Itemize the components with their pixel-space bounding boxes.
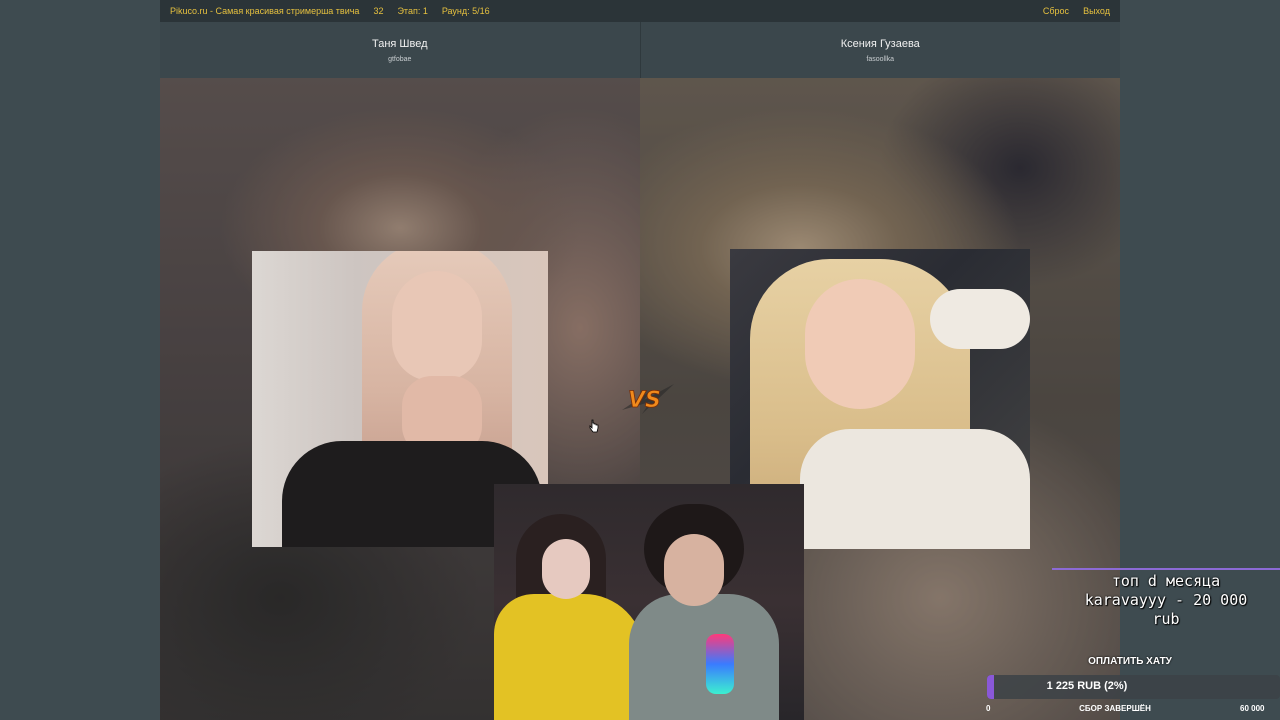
goal-min-label: 0 [986,704,991,713]
stage-indicator: Этап: 1 [397,6,428,16]
right-contestant-nickname: fasoollka [866,55,895,63]
goal-title: ОПЛАТИТЬ ХАТУ [1088,656,1172,667]
microphone-icon [706,634,734,694]
left-contestant-header: Таня Швед gtfobae [160,22,640,78]
top-bar-info: Pikuco.ru - Самая красивая стримерша тви… [170,6,490,16]
left-contestant-name: Таня Швед [371,37,428,50]
round-indicator: Раунд: 5/16 [441,6,490,16]
top-donation-title: топ d месяца [1111,572,1221,590]
right-contestant-name: Ксения Гузаева [840,37,920,50]
top-bar: Pikuco.ru - Самая красивая стримерша тви… [160,0,1120,22]
right-contestant-header: Ксения Гузаева fasoollka [639,22,1121,78]
participants-count: 32 [373,6,384,16]
left-contestant-nickname: gtfobae [388,55,412,63]
top-donation-currency: rub [1152,610,1180,628]
svg-text:VS: VS [628,388,661,413]
mouse-cursor-icon [589,419,599,433]
exit-button[interactable]: Выход [1083,6,1110,16]
streamer-webcam [494,484,804,720]
goal-progress-bar: 1 225 RUB (2%) [987,675,1280,699]
contestants-header: Таня Швед gtfobae Ксения Гузаева fasooll… [160,22,1120,78]
top-bar-actions: Сброс Выход [1043,6,1110,16]
goal-max-label: 60 000 [1240,704,1265,713]
donation-divider [1052,568,1280,570]
vs-icon: VS [622,380,674,416]
site-title-link[interactable]: Pikuco.ru - Самая красивая стримерша тви… [170,6,359,16]
goal-progress-label: 1 225 RUB (2%) [1046,680,1128,692]
top-donation-amount: karavayyy - 20 000 [1084,591,1248,609]
top-donation-widget: топ d месяца karavayyy - 20 000 rub [1052,572,1280,629]
reset-button[interactable]: Сброс [1043,6,1069,16]
goal-status-label: СБОР ЗАВЕРШЁН [1079,704,1151,713]
